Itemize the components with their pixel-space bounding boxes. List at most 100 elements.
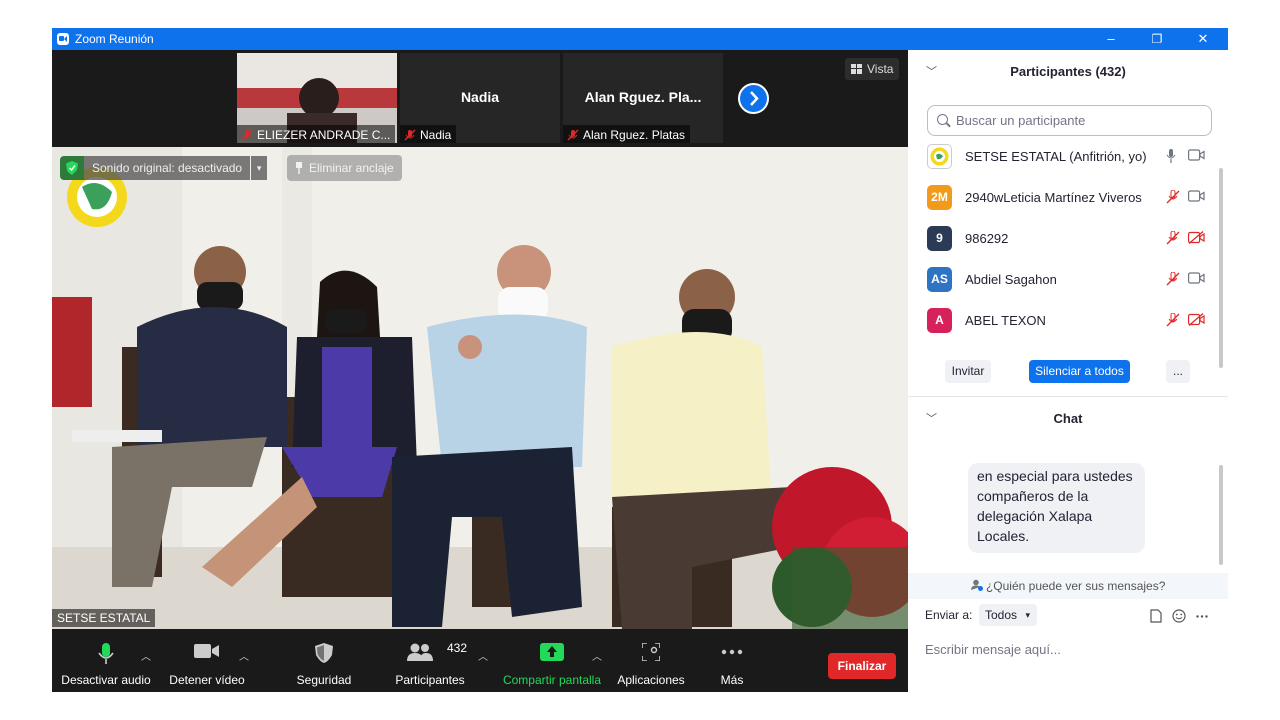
participants-more-button[interactable]: ... <box>1166 360 1190 383</box>
avatar: A <box>927 308 952 333</box>
video-strip: ELIEZER ANDRADE C... Nadia Nadia Alan Rg… <box>52 50 908 147</box>
mic-muted-icon <box>404 129 416 141</box>
participant-name: ABEL TEXON <box>965 313 1046 328</box>
minimize-button[interactable]: – <box>1088 28 1134 50</box>
participants-count: 432 <box>447 641 468 655</box>
apps-icon <box>642 643 660 661</box>
participant-name: Abdiel Sagahon <box>965 272 1057 287</box>
camera-off-icon[interactable] <box>1188 231 1205 244</box>
apps-button[interactable]: Aplicaciones <box>612 629 690 692</box>
microphone-icon <box>98 643 114 664</box>
file-icon[interactable] <box>1150 609 1162 623</box>
audio-options-caret[interactable]: ︿ <box>141 648 151 663</box>
chat-header: ﹀ Chat <box>908 397 1228 441</box>
tile-name-label: Alan Rguez. Platas <box>563 125 691 143</box>
zoom-logo-icon <box>57 33 69 45</box>
participant-row[interactable]: AS Abdiel Sagahon <box>908 260 1218 301</box>
mic-muted-icon <box>567 129 579 141</box>
video-options-caret[interactable]: ︿ <box>239 648 249 663</box>
title-bar: Zoom Reunión – ❐ ✕ <box>52 28 1228 50</box>
close-button[interactable]: ✕ <box>1180 28 1226 50</box>
participant-name: 2940wLeticia Martínez Viveros <box>965 190 1142 205</box>
chat-message-input[interactable]: Escribir mensaje aquí... <box>925 642 1061 657</box>
avatar: 2M <box>927 185 952 210</box>
active-speaker-label: SETSE ESTATAL <box>52 609 156 627</box>
video-tile-eliezer[interactable]: ELIEZER ANDRADE C... <box>237 53 397 143</box>
mute-all-button[interactable]: Silenciar a todos <box>1029 360 1130 383</box>
tile-name-label: ELIEZER ANDRADE C... <box>237 125 396 143</box>
meeting-area: ELIEZER ANDRADE C... Nadia Nadia Alan Rg… <box>52 50 908 692</box>
person-info-icon <box>970 579 983 591</box>
participant-name: SETSE ESTATAL (Anfitrión, yo) <box>965 149 1147 164</box>
video-tile-nadia[interactable]: Nadia Nadia <box>400 53 560 143</box>
invite-button[interactable]: Invitar <box>945 360 991 383</box>
participants-button[interactable]: 432 Participantes <box>390 629 470 692</box>
collapse-chat-chevron-icon[interactable]: ﹀ <box>926 397 937 441</box>
send-to-label: Enviar a: <box>925 608 973 622</box>
chat-more-icon[interactable] <box>1196 615 1208 618</box>
pin-icon <box>296 162 302 174</box>
tile-center-name: Nadia <box>460 89 500 105</box>
avatar: 9 <box>927 226 952 251</box>
more-button[interactable]: Más <box>704 629 760 692</box>
speaker-video-scene <box>52 147 908 629</box>
security-button[interactable]: Seguridad <box>288 629 360 692</box>
mic-muted-icon[interactable] <box>1166 231 1180 245</box>
who-can-see-link[interactable]: ¿Quién puede ver sus mensajes? <box>908 573 1228 599</box>
mic-on-icon[interactable] <box>1166 149 1176 163</box>
participants-list: SETSE ESTATAL (Anfitrión, yo) 2M 2940wLe… <box>908 142 1228 342</box>
participant-name: 986292 <box>965 231 1009 246</box>
mute-audio-button[interactable]: Desactivar audio <box>60 629 152 692</box>
mic-muted-icon[interactable] <box>1166 272 1180 286</box>
mic-muted-icon <box>241 129 253 141</box>
tile-center-name: Alan Rguez. Pla... <box>584 89 702 105</box>
participant-row[interactable]: 2M 2940wLeticia Martínez Viveros <box>908 178 1218 219</box>
original-sound-control: Sonido original: desactivado ▾ <box>60 155 268 181</box>
shield-icon <box>315 643 333 663</box>
search-icon <box>937 114 948 125</box>
end-meeting-button[interactable]: Finalizar <box>828 653 896 679</box>
mic-muted-icon[interactable] <box>1166 190 1180 204</box>
chat-scrollbar[interactable] <box>1219 465 1223 565</box>
participants-scrollbar[interactable] <box>1219 168 1223 368</box>
emoji-icon[interactable] <box>1172 609 1186 623</box>
share-screen-button[interactable]: Compartir pantalla <box>500 629 604 692</box>
encryption-shield-icon <box>60 156 84 180</box>
next-page-button[interactable] <box>738 83 769 114</box>
chevron-down-icon: ▾ <box>1025 610 1030 620</box>
collapse-participants-chevron-icon[interactable]: ﹀ <box>926 50 937 94</box>
more-dots-icon <box>721 649 743 655</box>
search-participant-input[interactable]: Buscar un participante <box>927 105 1212 136</box>
side-panel: ﹀ Participantes (432) Buscar un particip… <box>908 50 1228 692</box>
stop-video-button[interactable]: Detener vídeo <box>164 629 250 692</box>
main-video[interactable]: Sonido original: desactivado ▾ Eliminar … <box>52 147 908 629</box>
meeting-toolbar: Desactivar audio ︿ Detener vídeo ︿ Segur… <box>52 629 908 692</box>
participant-row[interactable]: SETSE ESTATAL (Anfitrión, yo) <box>908 142 1218 178</box>
camera-off-icon[interactable] <box>1188 313 1205 326</box>
video-camera-icon <box>194 644 219 658</box>
original-sound-dropdown[interactable]: ▾ <box>251 156 268 180</box>
send-to-select[interactable]: Todos ▾ <box>979 604 1037 626</box>
grid-view-icon <box>851 64 862 74</box>
share-options-caret[interactable]: ︿ <box>592 648 602 663</box>
participants-icon <box>407 643 433 661</box>
unpin-button[interactable]: Eliminar anclaje <box>287 155 402 181</box>
zoom-window: Zoom Reunión – ❐ ✕ ELIEZER ANDRADE C... <box>52 28 1228 692</box>
avatar: AS <box>927 267 952 292</box>
participant-row[interactable]: A ABEL TEXON <box>908 301 1218 342</box>
restore-button[interactable]: ❐ <box>1134 28 1180 50</box>
participant-row[interactable]: 9 986292 <box>908 219 1218 260</box>
window-title: Zoom Reunión <box>75 32 154 46</box>
original-sound-button[interactable]: Sonido original: desactivado <box>84 156 251 180</box>
chat-message-bubble: en especial para ustedes compañeros de l… <box>968 463 1145 553</box>
participants-options-caret[interactable]: ︿ <box>478 648 488 663</box>
avatar <box>927 144 952 169</box>
tile-name-label: Nadia <box>400 125 457 143</box>
chevron-right-icon <box>750 91 759 106</box>
camera-on-icon[interactable] <box>1188 149 1205 161</box>
camera-on-icon[interactable] <box>1188 272 1205 284</box>
camera-on-icon[interactable] <box>1188 190 1205 202</box>
view-button[interactable]: Vista <box>845 58 900 80</box>
mic-muted-icon[interactable] <box>1166 313 1180 327</box>
video-tile-alan[interactable]: Alan Rguez. Pla... Alan Rguez. Platas <box>563 53 723 143</box>
